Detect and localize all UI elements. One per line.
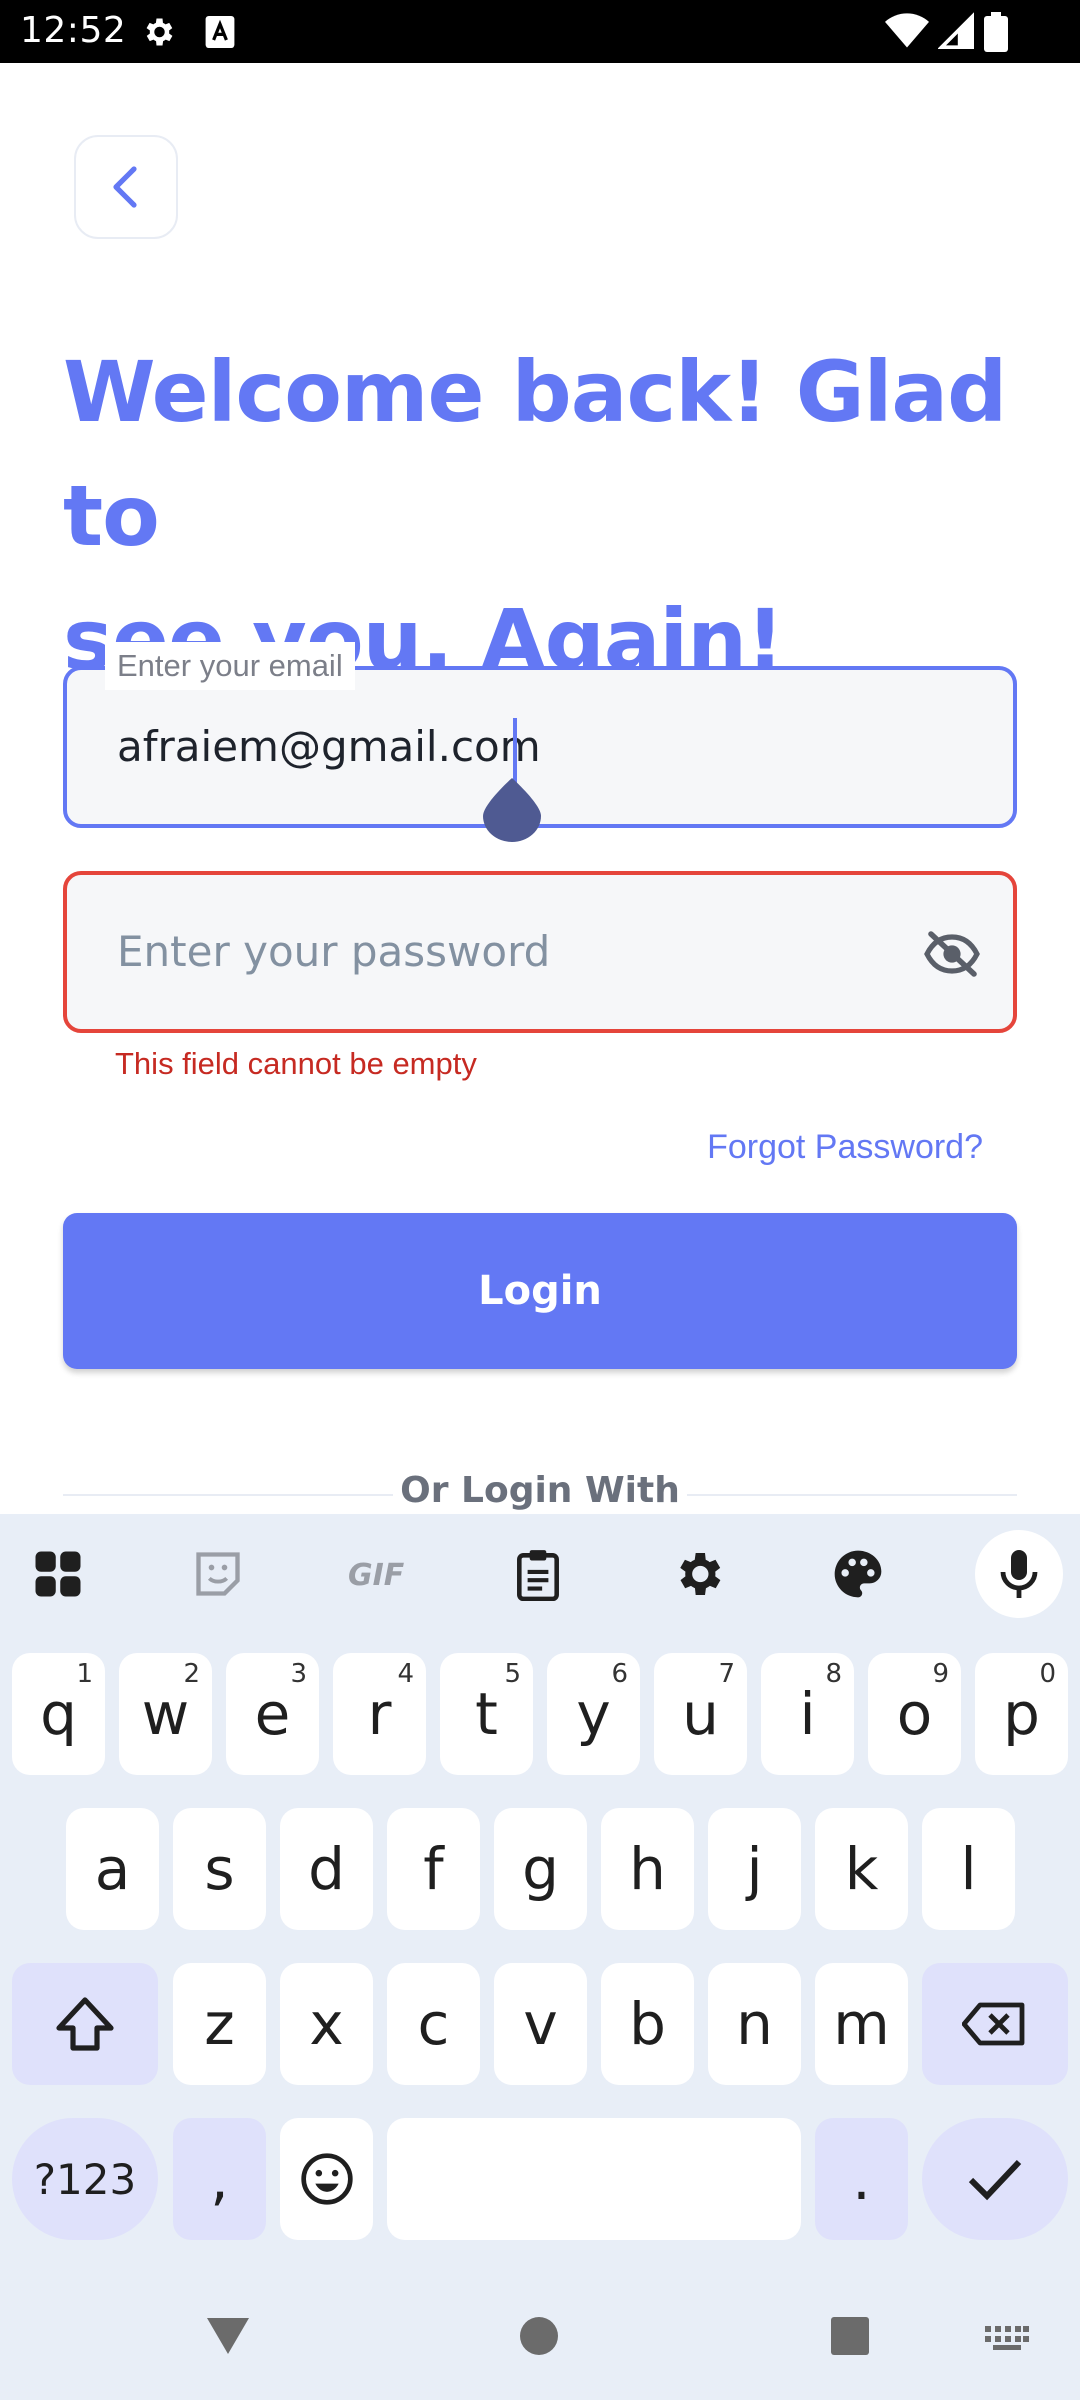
key-h[interactable]: h bbox=[601, 1808, 694, 1930]
back-triangle-icon[interactable] bbox=[205, 2316, 251, 2356]
email-field-label: Enter your email bbox=[105, 642, 355, 690]
key-x[interactable]: x bbox=[280, 1963, 373, 2085]
key-s[interactable]: s bbox=[173, 1808, 266, 1930]
key-k[interactable]: k bbox=[815, 1808, 908, 1930]
key-g[interactable]: g bbox=[494, 1808, 587, 1930]
space-key[interactable] bbox=[387, 2118, 801, 2240]
key-f[interactable]: f bbox=[387, 1808, 480, 1930]
cursor-handle[interactable] bbox=[483, 778, 541, 842]
clipboard-icon[interactable] bbox=[508, 1544, 568, 1604]
voice-input-button[interactable] bbox=[975, 1530, 1063, 1618]
palette-icon[interactable] bbox=[828, 1544, 888, 1604]
back-button[interactable] bbox=[74, 135, 178, 239]
shift-arrow-icon bbox=[56, 1997, 114, 2051]
microphone-icon bbox=[1000, 1550, 1038, 1598]
key-i[interactable]: i8 bbox=[761, 1653, 854, 1775]
checkmark-icon bbox=[968, 2159, 1022, 2201]
key-o[interactable]: o9 bbox=[868, 1653, 961, 1775]
key-t[interactable]: t5 bbox=[440, 1653, 533, 1775]
recents-square-icon[interactable] bbox=[830, 2316, 870, 2356]
key-p[interactable]: p0 bbox=[975, 1653, 1068, 1775]
gif-icon[interactable]: GIF bbox=[345, 1544, 413, 1604]
forgot-password-link[interactable]: Forgot Password? bbox=[707, 1128, 983, 1167]
emoji-key[interactable] bbox=[280, 2118, 373, 2240]
key-q[interactable]: q1 bbox=[12, 1653, 105, 1775]
chevron-left-icon bbox=[113, 166, 137, 208]
divider-line-right bbox=[687, 1494, 1017, 1496]
keyboard-toolbar: GIF bbox=[0, 1514, 1080, 1634]
key-m[interactable]: m bbox=[815, 1963, 908, 2085]
sticker-icon[interactable] bbox=[188, 1544, 248, 1604]
eye-off-icon bbox=[924, 931, 980, 977]
key-z[interactable]: z bbox=[173, 1963, 266, 2085]
settings-icon[interactable] bbox=[668, 1544, 728, 1604]
backspace-icon bbox=[962, 2002, 1025, 2046]
symbols-key[interactable]: ?123 bbox=[12, 2118, 158, 2240]
key-r[interactable]: r4 bbox=[333, 1653, 426, 1775]
font-status-icon bbox=[204, 14, 236, 55]
email-field[interactable]: Enter your email afraiem@gmail.com bbox=[63, 642, 1017, 842]
settings-status-icon bbox=[140, 14, 176, 55]
text-cursor bbox=[513, 718, 517, 784]
keyboard-switch-icon[interactable] bbox=[985, 2326, 1029, 2350]
shift-key[interactable] bbox=[12, 1963, 158, 2085]
login-button[interactable]: Login bbox=[63, 1213, 1017, 1369]
on-screen-keyboard: GIF q1 w2 e3 r4 t5 y6 u7 i8 o9 p0 a s d … bbox=[0, 1514, 1080, 2400]
key-y[interactable]: y6 bbox=[547, 1653, 640, 1775]
key-d[interactable]: d bbox=[280, 1808, 373, 1930]
key-j[interactable]: j bbox=[708, 1808, 801, 1930]
home-circle-icon[interactable] bbox=[519, 2316, 559, 2356]
comma-key[interactable]: , bbox=[173, 2118, 266, 2240]
key-u[interactable]: u7 bbox=[654, 1653, 747, 1775]
wifi-icon bbox=[885, 12, 929, 55]
emoji-icon bbox=[300, 2153, 353, 2205]
key-c[interactable]: c bbox=[387, 1963, 480, 2085]
or-login-with-text: Or Login With bbox=[400, 1470, 680, 1511]
password-error-message: This field cannot be empty bbox=[115, 1046, 477, 1081]
toggle-password-visibility-button[interactable] bbox=[921, 923, 983, 985]
key-n[interactable]: n bbox=[708, 1963, 801, 2085]
status-time: 12:52 bbox=[20, 10, 127, 51]
key-a[interactable]: a bbox=[66, 1808, 159, 1930]
password-field[interactable]: Enter your password bbox=[63, 871, 1017, 1033]
svg-text:GIF: GIF bbox=[348, 1558, 405, 1591]
key-b[interactable]: b bbox=[601, 1963, 694, 2085]
signal-icon bbox=[937, 12, 974, 55]
battery-icon bbox=[984, 12, 1008, 57]
password-placeholder: Enter your password bbox=[117, 927, 551, 976]
key-l[interactable]: l bbox=[922, 1808, 1015, 1930]
status-bar: 12:52 bbox=[0, 0, 1080, 63]
email-input-value[interactable]: afraiem@gmail.com bbox=[117, 722, 541, 771]
system-navigation-bar bbox=[0, 2270, 1080, 2400]
enter-key[interactable] bbox=[922, 2118, 1068, 2240]
key-w[interactable]: w2 bbox=[119, 1653, 212, 1775]
apps-grid-icon[interactable] bbox=[28, 1544, 88, 1604]
title-line-1: Welcome back! Glad to bbox=[63, 343, 1007, 565]
or-login-with-divider: Or Login With bbox=[63, 1470, 1017, 1520]
key-v[interactable]: v bbox=[494, 1963, 587, 2085]
key-e[interactable]: e3 bbox=[226, 1653, 319, 1775]
period-key[interactable]: . bbox=[815, 2118, 908, 2240]
backspace-key[interactable] bbox=[922, 1963, 1068, 2085]
